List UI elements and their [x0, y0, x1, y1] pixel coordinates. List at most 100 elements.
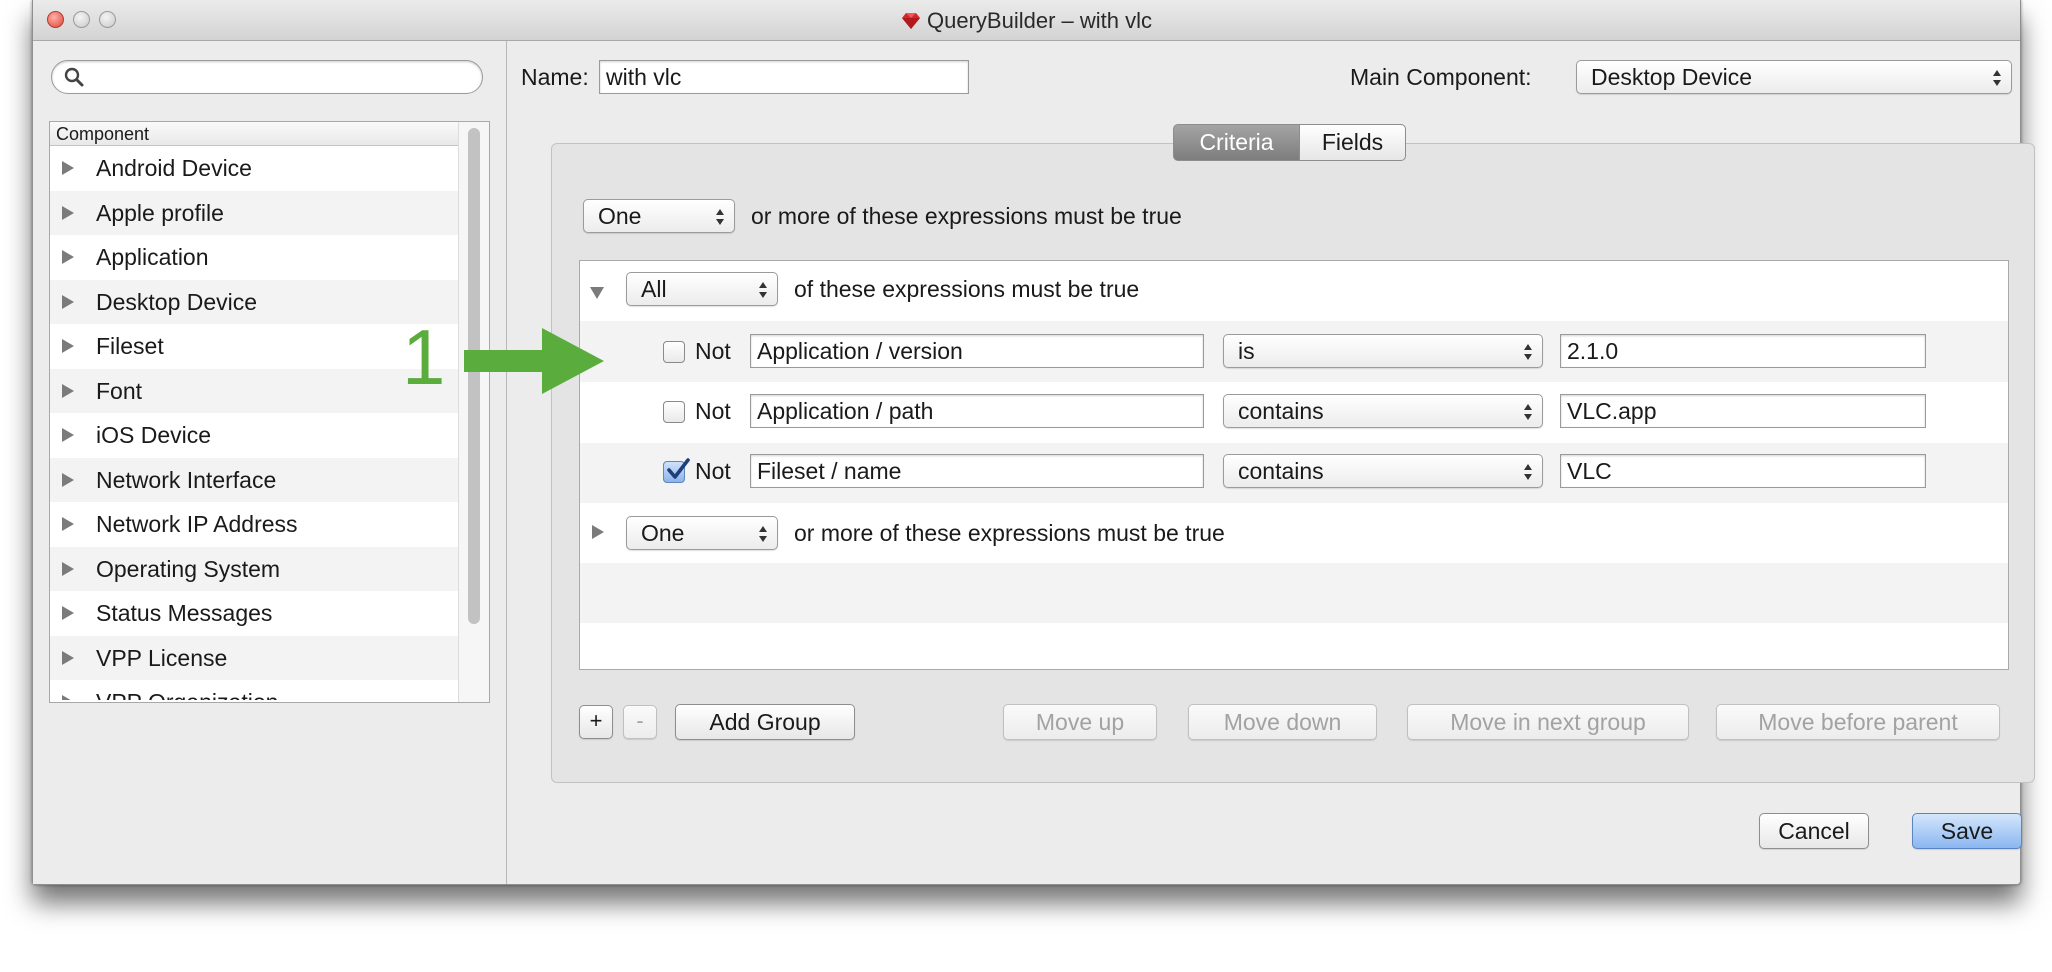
- tree-item-vpp-license[interactable]: VPP License: [50, 635, 460, 680]
- main-panel: Name: with vlc Main Component: Desktop D…: [507, 41, 2035, 884]
- disclosure-triangle-icon[interactable]: [62, 383, 74, 398]
- field-input-3[interactable]: Fileset / name: [750, 454, 1204, 488]
- tree-item-label: Font: [96, 377, 143, 404]
- operator-value-1: is: [1238, 338, 1255, 364]
- tree-column-header[interactable]: Component: [50, 122, 460, 146]
- tree-item-font[interactable]: Font: [50, 368, 460, 413]
- window-title-text: QueryBuilder – with vlc: [927, 8, 1152, 33]
- popup-arrows-icon: [1524, 344, 1532, 360]
- search-field[interactable]: [51, 60, 483, 94]
- value-input-2[interactable]: VLC.app: [1560, 394, 1926, 428]
- tree-item-label: iOS Device: [96, 422, 212, 448]
- field-input-2[interactable]: Application / path: [750, 394, 1204, 428]
- value-input-1[interactable]: 2.1.0: [1560, 334, 1926, 368]
- operator-select-2[interactable]: contains: [1223, 394, 1543, 428]
- operator-value-3: contains: [1238, 458, 1324, 484]
- expressions-list: All of these expressions must be true No…: [579, 260, 2009, 670]
- tree-item-label: VPP Organization: [96, 689, 278, 700]
- tree-item-label: Network Interface: [96, 466, 277, 493]
- disclosure-triangle-icon[interactable]: [62, 517, 74, 531]
- component-tree: Component Android Device Apple profile A…: [49, 121, 490, 703]
- disclosure-triangle-icon[interactable]: [62, 250, 74, 264]
- not-label-1: Not: [695, 338, 731, 364]
- move-up-button[interactable]: Move up: [1003, 704, 1157, 740]
- tab-criteria[interactable]: Criteria: [1173, 124, 1299, 161]
- operator-value-2: contains: [1238, 398, 1324, 424]
- tree-item-desktop-device[interactable]: Desktop Device: [50, 279, 460, 324]
- red-gem-icon: [902, 13, 920, 29]
- popup-arrows-icon: [759, 526, 767, 542]
- operator-select-3[interactable]: contains: [1223, 454, 1543, 488]
- not-checkbox-2[interactable]: [663, 401, 685, 423]
- window-title: QueryBuilder – with vlc: [33, 8, 2020, 34]
- save-button[interactable]: Save: [1912, 813, 2022, 849]
- main-component-label: Main Component:: [1350, 64, 1532, 90]
- value-input-3[interactable]: VLC: [1560, 454, 1926, 488]
- title-bar[interactable]: QueryBuilder – with vlc: [33, 0, 2020, 41]
- disclosure-triangle-icon[interactable]: [62, 339, 74, 353]
- disclosure-triangle-icon[interactable]: [62, 695, 74, 700]
- popup-arrows-icon: [1524, 464, 1532, 480]
- disclosure-triangle-expanded-icon[interactable]: [590, 287, 604, 299]
- tree-item-application[interactable]: Application: [50, 235, 460, 280]
- popup-arrows-icon: [1524, 404, 1532, 420]
- tree-item-vpp-organization[interactable]: VPP Organization: [50, 680, 460, 700]
- group-quantifier-text: of these expressions must be true: [794, 276, 1140, 302]
- subgroup-quantifier-value: One: [641, 520, 685, 546]
- add-expression-button[interactable]: +: [579, 705, 613, 739]
- move-before-parent-button[interactable]: Move before parent: [1716, 704, 2000, 740]
- disclosure-triangle-icon[interactable]: [62, 161, 74, 175]
- popup-arrows-icon: [716, 209, 724, 225]
- popup-arrows-icon: [759, 282, 767, 298]
- group-quantifier-select[interactable]: All: [626, 272, 778, 306]
- disclosure-triangle-icon[interactable]: [62, 205, 74, 220]
- green-arrow-icon: [464, 328, 604, 394]
- tree-item-apple-profile[interactable]: Apple profile: [50, 190, 460, 235]
- move-down-button[interactable]: Move down: [1188, 704, 1377, 740]
- tab-fields[interactable]: Fields: [1299, 124, 1406, 161]
- tree-item-network-interface[interactable]: Network Interface: [50, 457, 460, 502]
- disclosure-triangle-icon[interactable]: [62, 428, 74, 442]
- tree-item-operating-system[interactable]: Operating System: [50, 546, 460, 591]
- not-checkbox-3[interactable]: [663, 458, 690, 483]
- tree-item-label: Network IP Address: [96, 511, 298, 537]
- field-input-1[interactable]: Application / version: [750, 334, 1204, 368]
- name-input[interactable]: with vlc: [599, 60, 969, 94]
- remove-expression-button[interactable]: -: [623, 705, 657, 739]
- disclosure-triangle-collapsed-icon[interactable]: [592, 525, 604, 539]
- disclosure-triangle-icon[interactable]: [62, 650, 74, 665]
- tree-item-status-messages[interactable]: Status Messages: [50, 591, 460, 636]
- tree-item-label: VPP License: [96, 644, 228, 671]
- tree-item-android-device[interactable]: Android Device: [50, 146, 460, 191]
- top-quantifier-select[interactable]: One: [583, 199, 735, 233]
- move-in-next-group-button[interactable]: Move in next group: [1407, 704, 1689, 740]
- tree-list: Android Device Apple profile Application…: [50, 146, 460, 700]
- group-quantifier-value: All: [641, 276, 667, 302]
- not-label-3: Not: [695, 458, 731, 484]
- checkmark-icon: [667, 458, 690, 479]
- top-quantifier-value: One: [598, 203, 642, 229]
- add-group-button[interactable]: Add Group: [675, 704, 855, 740]
- cancel-button[interactable]: Cancel: [1759, 813, 1869, 849]
- popup-arrows-icon: [1993, 70, 2001, 86]
- disclosure-triangle-icon[interactable]: [62, 606, 74, 620]
- operator-select-1[interactable]: is: [1223, 334, 1543, 368]
- tree-item-fileset[interactable]: Fileset: [50, 324, 460, 369]
- subgroup-quantifier-text: or more of these expressions must be tru…: [794, 520, 1225, 546]
- subgroup-quantifier-select[interactable]: One: [626, 516, 778, 550]
- main-component-select[interactable]: Desktop Device: [1576, 60, 2012, 94]
- tree-item-label: Application: [96, 244, 209, 270]
- tree-item-label: Status Messages: [96, 600, 273, 626]
- tree-item-network-ip-address[interactable]: Network IP Address: [50, 502, 460, 547]
- component-sidebar: Component Android Device Apple profile A…: [33, 41, 507, 884]
- disclosure-triangle-icon[interactable]: [62, 294, 74, 309]
- row-stripe: [580, 563, 2008, 623]
- disclosure-triangle-icon[interactable]: [62, 472, 74, 487]
- name-label: Name:: [521, 64, 589, 90]
- annotation-number: 1: [402, 313, 446, 401]
- tree-item-ios-device[interactable]: iOS Device: [50, 413, 460, 458]
- disclosure-triangle-icon[interactable]: [62, 561, 74, 576]
- not-checkbox-1[interactable]: [663, 341, 685, 363]
- not-label-2: Not: [695, 398, 731, 424]
- tree-scrollbar[interactable]: [458, 122, 489, 702]
